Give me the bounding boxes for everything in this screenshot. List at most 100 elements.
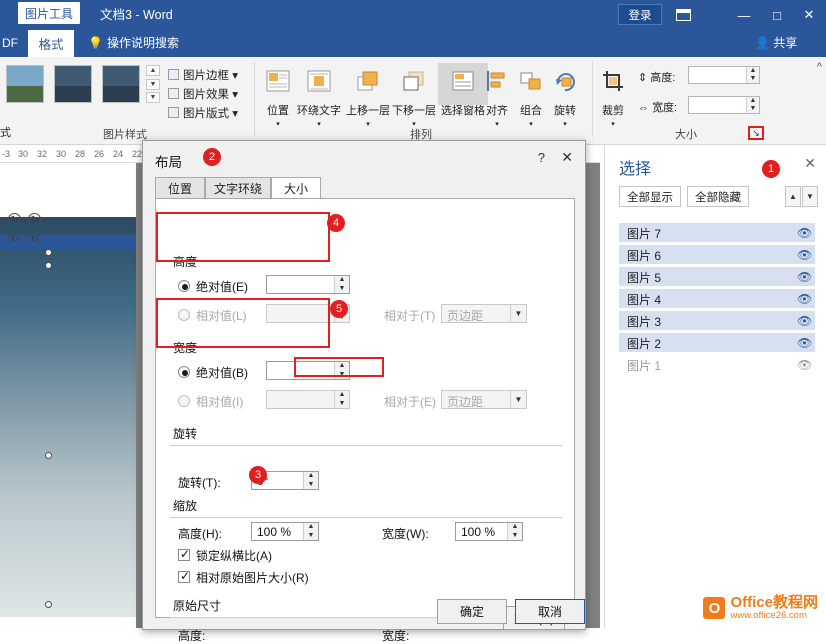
arrange-group-button[interactable]: 组合 ▾ [514, 63, 548, 129]
width-relative-to-combo[interactable]: 页边距 ▼ [441, 390, 527, 409]
scale-height-spinner[interactable]: ▲▼ [303, 523, 318, 540]
ok-button[interactable]: 确定 [437, 599, 507, 624]
tab-position[interactable]: 位置 [155, 177, 205, 199]
height-absolute-input[interactable]: ▲▼ [266, 275, 350, 294]
show-all-button[interactable]: 全部显示 [619, 186, 681, 207]
ruler-tick: 22 [132, 149, 142, 159]
chevron-down-icon[interactable]: ▼ [510, 305, 526, 322]
picture-style-thumb-2[interactable] [54, 65, 92, 103]
callout-1: 1 [762, 160, 780, 178]
scale-height-input[interactable]: 100 % ▲▼ [251, 522, 319, 541]
ruler-tick: -3 [2, 149, 10, 159]
list-item[interactable]: 图片 1 👁 [619, 355, 815, 374]
size-width-input[interactable]: ▲▼ [688, 96, 760, 114]
width-relative-to-value: 页边距 [447, 393, 483, 410]
size-dialog-launcher-icon[interactable]: ↘ [748, 126, 764, 140]
lock-aspect-ratio-label: 锁定纵横比(A) [196, 547, 272, 564]
eye-icon[interactable]: 👁 [797, 248, 811, 260]
width-absolute-radio[interactable] [178, 366, 190, 378]
picture-effects-command[interactable]: 图片效果 ▾ [168, 86, 238, 102]
document-title: 文档3 - Word [100, 0, 173, 30]
scale-width-input[interactable]: 100 % ▲▼ [455, 522, 523, 541]
share-button[interactable]: 👤 共享 [755, 30, 797, 57]
arrange-align-button[interactable]: 对齐 ▾ [480, 63, 514, 129]
size-width-spinner[interactable]: ▲▼ [746, 97, 759, 113]
close-window-button[interactable]: ✕ [798, 5, 820, 25]
width-relative-radio[interactable] [178, 395, 190, 407]
tab-format[interactable]: 格式 [28, 30, 74, 57]
picture-style-gallery-scroll[interactable]: ▲ ▼ ▼ [146, 65, 160, 103]
picture-style-thumb-1[interactable] [6, 65, 44, 103]
dialog-help-icon[interactable]: ? [538, 150, 545, 165]
gallery-more-icon[interactable]: ▼ [146, 92, 160, 103]
ruler-tick: 32 [37, 149, 47, 159]
picture-layout-command[interactable]: 图片版式 ▾ [168, 105, 238, 121]
list-item[interactable]: 图片 3👁 [619, 311, 815, 330]
arrange-rotate-button[interactable]: 旋转 ▾ [548, 63, 582, 129]
hide-all-button[interactable]: 全部隐藏 [687, 186, 749, 207]
resize-handle[interactable] [45, 262, 52, 269]
list-item[interactable]: 图片 5 👁 [619, 267, 815, 286]
arrange-wrap-text-button[interactable]: 环绕文字 ▾ [294, 63, 344, 129]
resize-handle[interactable] [45, 249, 52, 256]
eye-icon[interactable]: 👁 [797, 292, 811, 304]
eye-icon[interactable]: 👁 [797, 226, 811, 238]
gallery-scroll-up-icon[interactable]: ▲ [146, 65, 160, 76]
tab-size[interactable]: 大小 [271, 177, 321, 199]
sign-in-button[interactable]: 登录 [618, 4, 662, 25]
rotate-handle-icon[interactable]: ↻ [8, 233, 21, 246]
size-crop-button[interactable]: 裁剪 ▾ [596, 63, 630, 129]
rotate-handle-icon[interactable]: ↻ [28, 213, 41, 226]
picture-style-thumb-3[interactable] [102, 65, 140, 103]
picture-border-command[interactable]: 图片边框 ▾ [168, 67, 238, 83]
minimize-button[interactable]: — [733, 5, 755, 25]
size-height-spinner[interactable]: ▲▼ [746, 67, 759, 83]
list-item[interactable]: 图片 6👁 [619, 245, 815, 264]
arrange-send-backward-button[interactable]: 下移一层 ▾ [392, 63, 436, 129]
layer-name: 图片 1 [627, 357, 661, 374]
eye-icon[interactable]: 👁 [797, 314, 811, 326]
width-absolute-label: 绝对值(B) [196, 364, 248, 381]
eye-icon[interactable]: 👁 [797, 336, 811, 348]
rotate-handle-icon[interactable]: ↻ [28, 233, 41, 246]
height-absolute-spinner[interactable]: ▲▼ [334, 276, 349, 293]
layer-name: 图片 5 [627, 269, 661, 286]
document-page[interactable]: ↻ ↻ ↻ ↻ [0, 163, 136, 628]
tab-text-wrapping[interactable]: 文字环绕 [205, 177, 271, 199]
height-absolute-radio[interactable] [178, 280, 190, 292]
list-item[interactable]: 图片 2👁 [619, 333, 815, 352]
list-item[interactable]: 图片 7👁 [619, 223, 815, 242]
height-relative-to-combo[interactable]: 页边距 ▼ [441, 304, 527, 323]
relative-original-size-checkbox[interactable] [178, 571, 190, 583]
eye-icon[interactable]: 👁 [797, 358, 811, 370]
cancel-button[interactable]: 取消 [515, 599, 585, 624]
picture-layout-icon [168, 107, 179, 118]
selection-pane-close-icon[interactable]: ✕ [804, 155, 816, 172]
ribbon-display-options-icon[interactable] [672, 5, 694, 25]
list-item[interactable]: 图片 4👁 [619, 289, 815, 308]
width-relative-input[interactable]: ▲▼ [266, 390, 350, 409]
chevron-down-icon[interactable]: ▼ [510, 391, 526, 408]
dialog-close-icon[interactable]: ✕ [561, 149, 573, 166]
bring-forward-icon [346, 63, 390, 105]
resize-handle[interactable] [45, 452, 52, 459]
resize-handle[interactable] [45, 601, 52, 608]
size-height-input[interactable]: ▲▼ [688, 66, 760, 84]
selected-picture[interactable] [0, 217, 136, 617]
arrange-bring-forward-button[interactable]: 上移一层 ▾ [346, 63, 390, 129]
height-icon: ⇕ [638, 72, 647, 84]
move-down-button[interactable]: ▼ [802, 186, 818, 207]
arrange-rotate-label: 旋转 [548, 105, 582, 117]
eye-icon[interactable]: 👁 [797, 270, 811, 282]
lock-aspect-ratio-checkbox[interactable] [178, 549, 190, 561]
scale-width-spinner[interactable]: ▲▼ [507, 523, 522, 540]
rotate-handle-icon[interactable]: ↻ [8, 213, 21, 226]
tell-me-search[interactable]: 💡操作说明搜索 [88, 30, 179, 57]
width-relative-spinner[interactable]: ▲▼ [334, 391, 349, 408]
collapse-ribbon-icon[interactable]: ^ [817, 61, 822, 73]
maximize-button[interactable]: □ [766, 5, 788, 25]
move-up-button[interactable]: ▲ [785, 186, 801, 207]
gallery-scroll-down-icon[interactable]: ▼ [146, 79, 160, 90]
picture-tools-contextual-tab[interactable]: 图片工具 [18, 2, 80, 24]
rotate-spinner[interactable]: ▲▼ [303, 472, 318, 489]
